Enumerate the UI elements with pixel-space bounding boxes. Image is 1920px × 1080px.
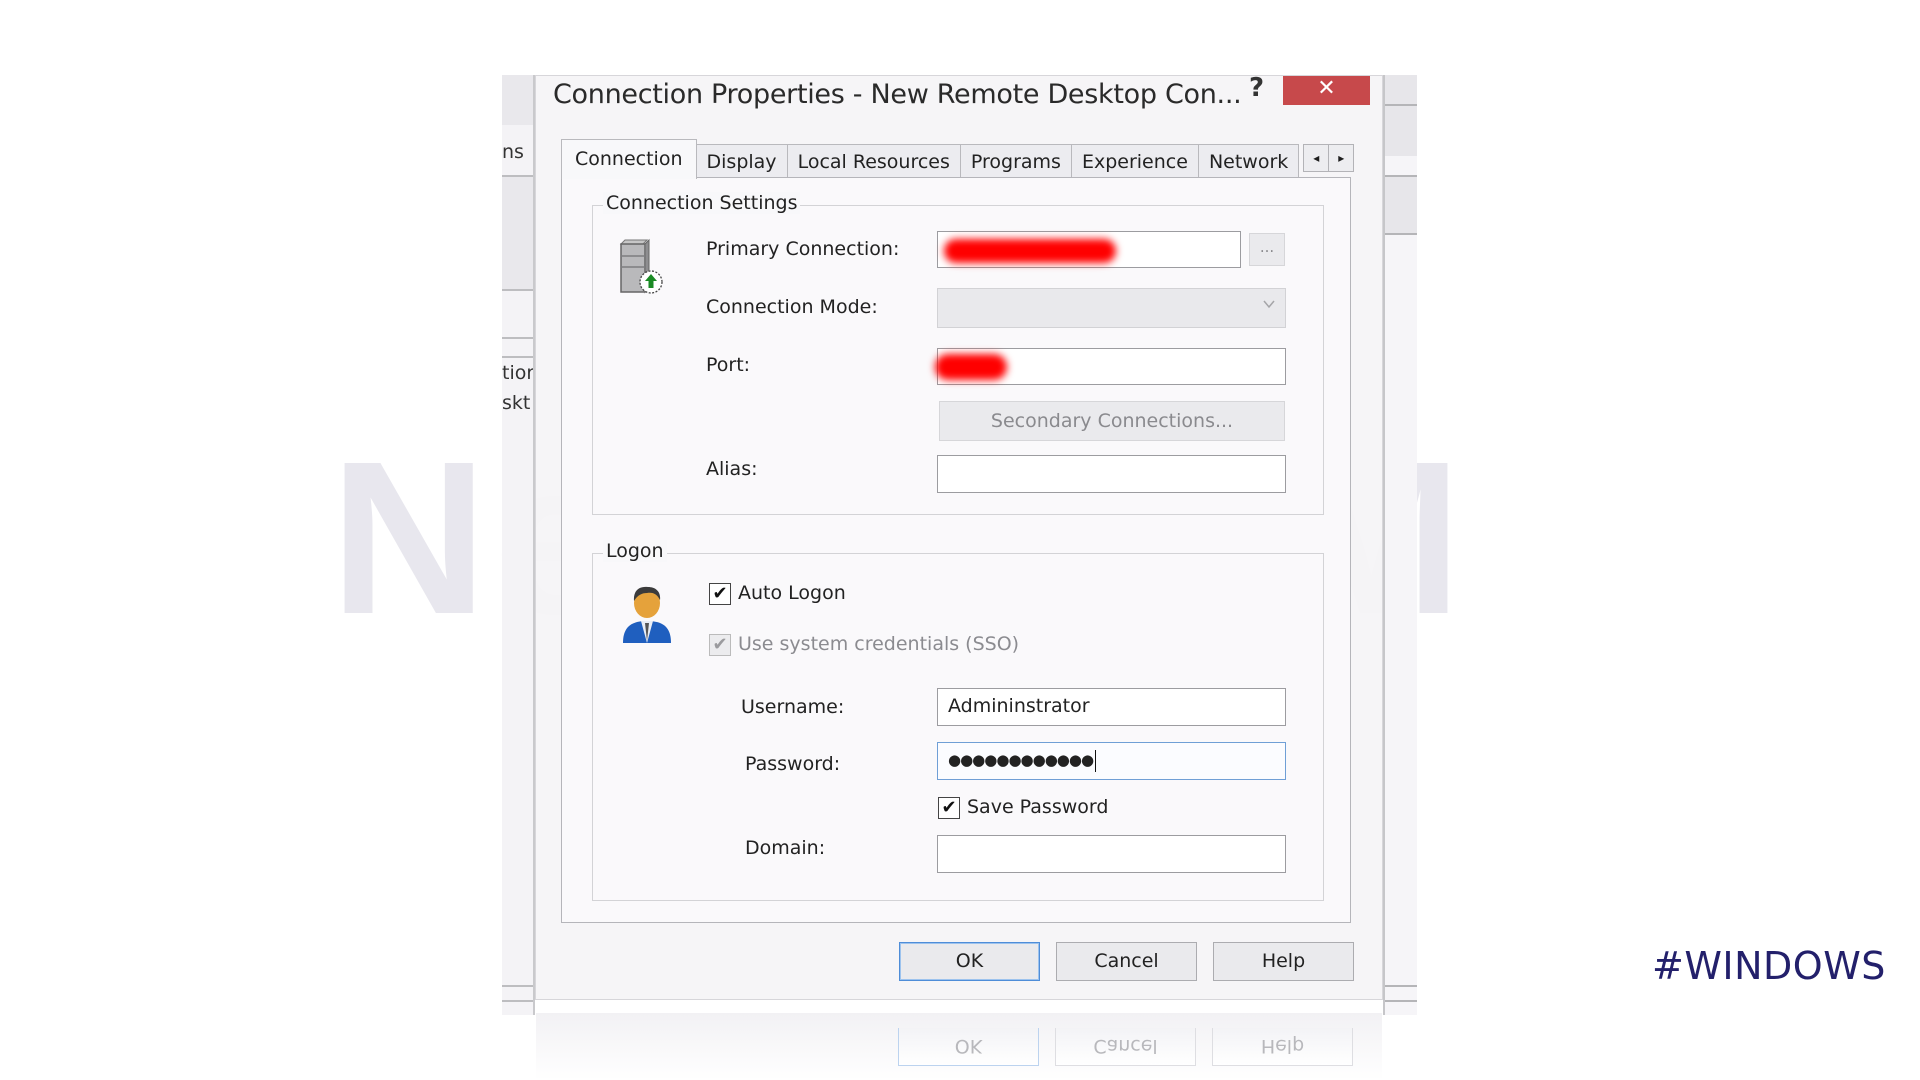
bg-left-band [502, 177, 533, 289]
password-value: ●●●●●●●●●●●● [948, 751, 1094, 769]
tab-scroll-right-button[interactable]: ▸ [1328, 144, 1355, 172]
bg-left-fragment: ns [502, 141, 524, 163]
help-button[interactable]: Help [1213, 942, 1354, 981]
divider [1385, 985, 1417, 987]
divider [1385, 1000, 1417, 1002]
connection-mode-dropdown[interactable] [937, 288, 1286, 328]
alias-label: Alias: [706, 458, 758, 480]
port-input[interactable] [935, 348, 1286, 385]
username-input[interactable]: Admininstrator [937, 688, 1286, 726]
auto-logon-checkbox[interactable]: ✔ [709, 583, 731, 605]
username-label: Username: [741, 696, 845, 718]
tab-display[interactable]: Display [695, 144, 788, 178]
connection-properties-dialog: Connection Properties - New Remote Deskt… [535, 73, 1383, 1000]
connection-mode-label: Connection Mode: [706, 296, 878, 318]
server-connect-icon [615, 238, 667, 298]
dialog-title: Connection Properties - New Remote Deskt… [553, 79, 1242, 110]
chevron-down-icon [1263, 300, 1275, 309]
primary-connection-label: Primary Connection: [706, 238, 900, 260]
divider [502, 356, 533, 358]
password-label: Password: [745, 753, 841, 775]
bg-left-fragment: skt [502, 392, 531, 414]
reflection-help: Help [1212, 1028, 1353, 1066]
bg-right-band [1385, 106, 1417, 156]
bg-left-header [502, 75, 533, 125]
auto-logon-label: Auto Logon [738, 582, 846, 604]
divider [502, 1000, 533, 1002]
background-window-right [1383, 75, 1417, 1015]
divider [502, 985, 533, 987]
divider [1385, 233, 1417, 235]
logon-label: Logon [603, 540, 667, 562]
divider [502, 337, 533, 339]
text-cursor [1095, 749, 1097, 772]
divider [502, 289, 533, 291]
dialog-reflection: OK Cancel Help [536, 1013, 1382, 1080]
bg-right-header [1385, 75, 1417, 104]
user-icon [619, 581, 675, 645]
primary-connection-input[interactable] [937, 231, 1241, 268]
bg-left-fragment: tior [502, 362, 533, 384]
close-icon: ✕ [1317, 76, 1336, 101]
sso-label: Use system credentials (SSO) [738, 633, 1020, 655]
tab-strip: Connection Display Local Resources Progr… [561, 138, 1355, 179]
tab-local-resources[interactable]: Local Resources [786, 144, 961, 178]
reflection-cancel: Cancel [1055, 1028, 1196, 1066]
ok-button[interactable]: OK [899, 942, 1040, 981]
checkmark-icon: ✔ [941, 797, 957, 818]
alias-input[interactable] [937, 455, 1286, 493]
arrow-left-icon: ◂ [1313, 151, 1320, 165]
arrow-right-icon: ▸ [1338, 151, 1345, 165]
redaction-mark [944, 239, 1116, 263]
checkmark-icon: ✔ [712, 583, 728, 604]
help-icon[interactable]: ? [1249, 73, 1264, 103]
browse-button[interactable]: ... [1249, 233, 1285, 266]
tab-panel-connection: Connection Settings Primary Connection: … [561, 177, 1351, 923]
secondary-connections-button[interactable]: Secondary Connections... [939, 401, 1285, 441]
save-password-label: Save Password [967, 796, 1109, 818]
bg-right-band [1385, 177, 1417, 234]
cancel-button[interactable]: Cancel [1056, 942, 1197, 981]
close-button[interactable]: ✕ [1283, 76, 1370, 105]
domain-input[interactable] [937, 835, 1286, 873]
logon-group: Logon ✔ Auto Logon ✔ Use system credenti… [592, 540, 1324, 901]
password-input[interactable]: ●●●●●●●●●●●● [937, 742, 1286, 780]
reflection-ok: OK [898, 1028, 1039, 1066]
tab-programs[interactable]: Programs [959, 144, 1072, 178]
save-password-checkbox[interactable]: ✔ [938, 797, 960, 819]
background-window-left: ns tior skt [502, 75, 535, 1015]
tab-experience[interactable]: Experience [1070, 144, 1199, 178]
redaction-mark [935, 354, 1007, 380]
domain-label: Domain: [745, 837, 826, 859]
connection-settings-group: Connection Settings Primary Connection: … [592, 192, 1324, 515]
tab-network[interactable]: Network [1197, 144, 1300, 178]
port-label: Port: [706, 354, 751, 376]
tab-connection[interactable]: Connection [561, 139, 697, 179]
tab-scroll-left-button[interactable]: ◂ [1303, 144, 1330, 172]
sso-checkbox[interactable]: ✔ [709, 634, 731, 656]
checkmark-icon: ✔ [712, 634, 728, 655]
windows-hashtag: #WINDOWS [1652, 944, 1886, 988]
connection-settings-label: Connection Settings [603, 192, 801, 214]
